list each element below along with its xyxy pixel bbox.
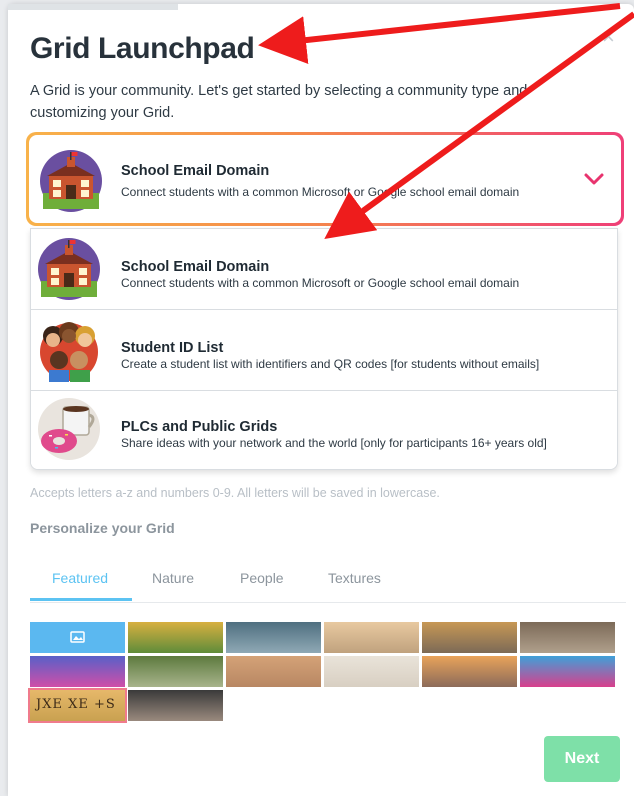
thumbnail-desert-animal[interactable] <box>226 656 321 687</box>
option-title: School Email Domain <box>121 259 270 275</box>
thumbnail-pug-dog[interactable] <box>520 622 615 653</box>
background-category-tabs: Featured Nature People Textures <box>30 560 626 603</box>
tab-nature[interactable]: Nature <box>152 570 194 586</box>
option-description: Connect students with a common Microsoft… <box>121 276 520 290</box>
school-building-icon <box>38 238 100 300</box>
students-group-icon <box>40 322 98 382</box>
community-type-select[interactable]: School Email Domain Connect students wit… <box>26 132 624 226</box>
option-title: Student ID List <box>121 340 224 356</box>
option-school-email-domain[interactable]: School Email Domain Connect students wit… <box>31 229 617 310</box>
thumbnail-mirror-text[interactable]: JXE XE +S <box>28 688 127 723</box>
community-type-dropdown: School Email Domain Connect students wit… <box>30 228 618 470</box>
grid-launchpad-modal: Grid Launchpad × A Grid is your communit… <box>8 4 634 796</box>
thumbnail-city-sunset[interactable] <box>422 656 517 687</box>
thumbnail-green-hills[interactable] <box>128 622 223 653</box>
thumbnail-mountain-valley[interactable] <box>128 656 223 687</box>
option-plcs-public-grids[interactable]: PLCs and Public Grids Share ideas with y… <box>31 391 617 469</box>
image-upload-icon <box>70 631 85 643</box>
option-description: Create a student list with identifiers a… <box>121 357 540 371</box>
background-strip <box>8 4 178 10</box>
selected-type-title: School Email Domain <box>121 163 270 179</box>
thumbnail-people-cheering[interactable] <box>324 622 419 653</box>
personalize-label: Personalize your Grid <box>30 520 175 536</box>
thumbnail-colorful-bokeh[interactable] <box>30 656 125 687</box>
active-tab-indicator <box>30 598 132 601</box>
intro-text: A Grid is your community. Let's get star… <box>30 83 528 121</box>
community-type-select-inner[interactable]: School Email Domain Connect students wit… <box>29 135 621 223</box>
thumbnail-cat-glasses[interactable] <box>324 656 419 687</box>
selected-type-description: Connect students with a common Microsoft… <box>121 185 520 199</box>
thumbnail-text: JXE XE +S <box>36 697 116 712</box>
option-student-id-list[interactable]: Student ID List Create a student list wi… <box>31 310 617 391</box>
close-icon[interactable]: × <box>602 24 615 50</box>
grid-name-hint: Accepts letters a-z and numbers 0-9. All… <box>30 486 440 500</box>
thumbnail-color-powder[interactable] <box>520 656 615 687</box>
thumbnail-temple-city[interactable] <box>422 622 517 653</box>
chevron-down-icon[interactable] <box>583 171 605 187</box>
next-button[interactable]: Next <box>544 736 620 782</box>
thumbnail-elephant[interactable] <box>226 622 321 653</box>
tab-textures[interactable]: Textures <box>328 570 381 586</box>
school-building-icon <box>40 150 102 212</box>
option-title: PLCs and Public Grids <box>121 419 278 435</box>
coffee-donut-icon <box>38 398 100 460</box>
thumbnail-laughing-woman[interactable] <box>128 690 223 721</box>
tab-featured[interactable]: Featured <box>52 570 108 586</box>
option-description: Share ideas with your network and the wo… <box>121 436 547 450</box>
modal-title: Grid Launchpad <box>30 32 255 65</box>
tab-people[interactable]: People <box>240 570 284 586</box>
thumbnail-upload-image[interactable] <box>30 622 125 653</box>
